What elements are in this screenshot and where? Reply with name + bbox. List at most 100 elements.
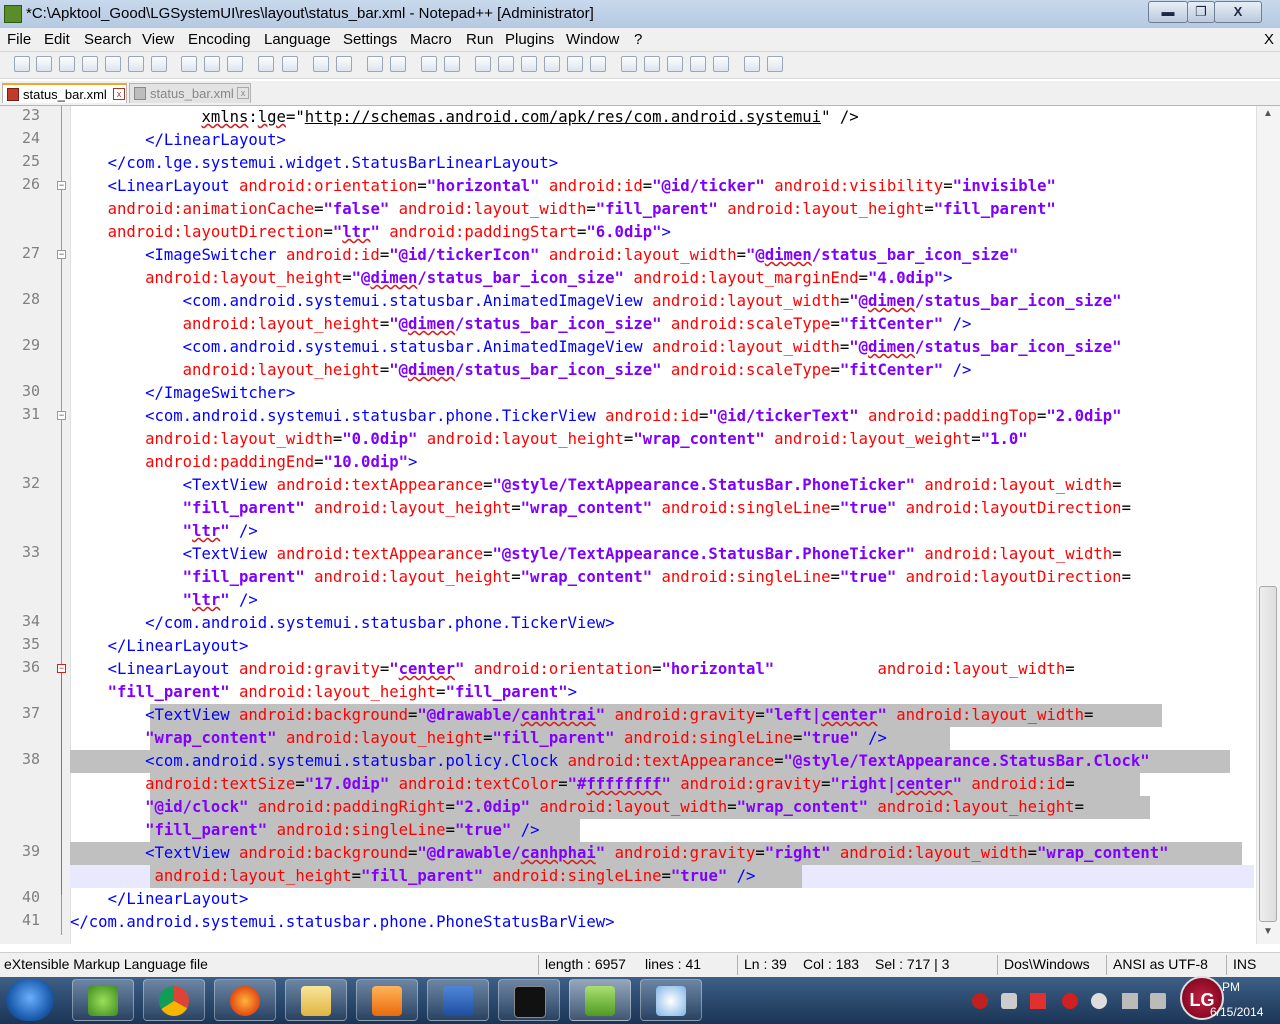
function-list-icon[interactable]: [590, 56, 606, 72]
replace-icon[interactable]: [336, 56, 352, 72]
save-macro-icon[interactable]: [713, 56, 729, 72]
taskbar-explorer[interactable]: [285, 979, 347, 1021]
fold-toggle[interactable]: −: [57, 411, 66, 420]
paste-icon[interactable]: [227, 56, 243, 72]
redo-icon[interactable]: [282, 56, 298, 72]
menu-search[interactable]: Search: [84, 31, 132, 48]
vertical-scrollbar[interactable]: ▲ ▼: [1256, 106, 1280, 944]
insert-mode[interactable]: INS: [1233, 956, 1256, 972]
code-line-26-wrap: android:layoutDirection="ltr" android:pa…: [107, 223, 671, 241]
tray-app-icon[interactable]: [972, 993, 988, 1009]
code-line-28: <com.android.systemui.statusbar.Animated…: [182, 292, 1122, 310]
code-line-37-wrap: "wrap_content" android:layout_height="fi…: [145, 729, 887, 747]
editor-area[interactable]: 23 24 25 26 27 28 29 30 31 32 33 34 35 3…: [0, 106, 1280, 944]
line-number: 23: [21, 106, 40, 124]
tab-close-icon[interactable]: x: [113, 88, 125, 100]
zoom-out-icon[interactable]: [390, 56, 406, 72]
close-document-button[interactable]: X: [1264, 31, 1274, 48]
command-prompt-icon: [514, 986, 546, 1018]
copy-icon[interactable]: [204, 56, 220, 72]
menu-macro[interactable]: Macro: [410, 31, 452, 48]
show-all-characters-icon[interactable]: [498, 56, 514, 72]
volume-icon[interactable]: [1150, 993, 1166, 1009]
taskbar-paint[interactable]: [640, 979, 702, 1021]
run-macro-multiple-icon[interactable]: [690, 56, 706, 72]
plugin-icon[interactable]: [767, 56, 783, 72]
scroll-down-icon[interactable]: ▼: [1259, 926, 1277, 942]
clock-date[interactable]: 6/15/2014: [1210, 1005, 1263, 1019]
spell-check-icon[interactable]: [744, 56, 760, 72]
print-icon[interactable]: [151, 56, 167, 72]
taskbar-chrome[interactable]: [143, 979, 205, 1021]
code-line-32-wrap: "ltr" />: [182, 522, 258, 540]
fold-toggle-active[interactable]: −: [57, 664, 66, 673]
menu-plugins[interactable]: Plugins: [505, 31, 554, 48]
tab-status-bar-xml-active[interactable]: status_bar.xml x: [2, 83, 127, 103]
open-file-icon[interactable]: [36, 56, 52, 72]
undo-icon[interactable]: [258, 56, 274, 72]
code-line-38-wrap: "fill_parent" android:singleLine="true" …: [145, 821, 540, 839]
sync-horizontal-icon[interactable]: [444, 56, 460, 72]
menu-language[interactable]: Language: [264, 31, 331, 48]
maximize-button[interactable]: ❐: [1187, 1, 1215, 23]
find-icon[interactable]: [313, 56, 329, 72]
user-language-icon[interactable]: [544, 56, 560, 72]
stop-macro-icon[interactable]: [644, 56, 660, 72]
indent-guide-icon[interactable]: [521, 56, 537, 72]
taskbar-media-player[interactable]: [356, 979, 418, 1021]
file-length: length : 6957: [545, 956, 626, 972]
tray-status-icon[interactable]: [1091, 993, 1107, 1009]
line-number: 27: [21, 244, 40, 262]
encoding[interactable]: ANSI as UTF-8: [1113, 956, 1208, 972]
taskbar-notepad-plus-plus[interactable]: [569, 979, 631, 1021]
network-icon[interactable]: [1122, 993, 1138, 1009]
tray-antivirus-icon[interactable]: [1030, 993, 1046, 1009]
taskbar-firefox[interactable]: [214, 979, 276, 1021]
taskbar-word[interactable]: [427, 979, 489, 1021]
record-macro-icon[interactable]: [621, 56, 637, 72]
menu-help[interactable]: ?: [634, 31, 642, 48]
scrollbar-thumb[interactable]: [1259, 586, 1277, 922]
close-file-icon[interactable]: [105, 56, 121, 72]
code-line-39-wrap: android:layout_height="fill_parent" andr…: [154, 867, 756, 885]
start-button[interactable]: [6, 979, 54, 1021]
fold-guide-active: [61, 673, 62, 895]
save-icon[interactable]: [59, 56, 75, 72]
line-ending[interactable]: Dos\Windows: [1004, 956, 1090, 972]
menu-file[interactable]: File: [7, 31, 31, 48]
coc-coc-icon: [88, 986, 118, 1016]
tray-network-tool-icon[interactable]: [1001, 993, 1017, 1009]
scroll-up-icon[interactable]: ▲: [1259, 108, 1277, 124]
cut-icon[interactable]: [181, 56, 197, 72]
menu-edit[interactable]: Edit: [44, 31, 70, 48]
tab-status-bar-xml-inactive[interactable]: status_bar.xml x: [129, 83, 251, 103]
fold-toggle[interactable]: −: [57, 181, 66, 190]
play-macro-icon[interactable]: [667, 56, 683, 72]
zoom-in-icon[interactable]: [367, 56, 383, 72]
file-saved-icon: [134, 87, 146, 100]
minimize-button[interactable]: ▬: [1148, 1, 1188, 23]
new-file-icon[interactable]: [14, 56, 30, 72]
menu-window[interactable]: Window: [566, 31, 619, 48]
media-player-icon: [372, 986, 402, 1016]
menu-settings[interactable]: Settings: [343, 31, 397, 48]
word-wrap-icon[interactable]: [475, 56, 491, 72]
menu-encoding[interactable]: Encoding: [188, 31, 251, 48]
save-all-icon[interactable]: [82, 56, 98, 72]
code-line-26-wrap: android:animationCache="false" android:l…: [107, 200, 1056, 218]
clock-time[interactable]: PM: [1222, 980, 1240, 994]
fold-toggle[interactable]: −: [57, 250, 66, 259]
tab-close-icon[interactable]: x: [237, 87, 249, 99]
close-all-icon[interactable]: [128, 56, 144, 72]
sync-vertical-icon[interactable]: [421, 56, 437, 72]
menu-run[interactable]: Run: [466, 31, 494, 48]
close-button[interactable]: X: [1214, 1, 1262, 23]
code-text[interactable]: xmlns:lge="http://schemas.android.com/ap…: [70, 106, 1254, 944]
code-line-37: <TextView android:background="@drawable/…: [145, 706, 1094, 724]
code-line-32-wrap: "fill_parent" android:layout_height="wra…: [182, 499, 1131, 517]
menu-view[interactable]: View: [142, 31, 174, 48]
taskbar-command-prompt[interactable]: [498, 979, 560, 1021]
taskbar-coc-coc-browser[interactable]: [72, 979, 134, 1021]
document-map-icon[interactable]: [567, 56, 583, 72]
tray-acrobat-icon[interactable]: [1062, 993, 1078, 1009]
